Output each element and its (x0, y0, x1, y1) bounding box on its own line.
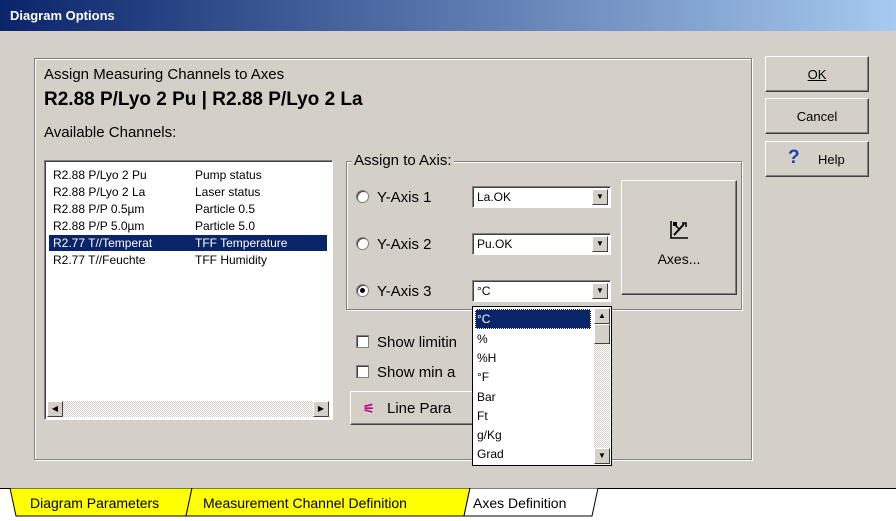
chevron-down-icon[interactable]: ▼ (592, 283, 608, 299)
show-minmax-checkbox[interactable]: Show min a (356, 364, 455, 381)
list-item[interactable]: R2.88 P/P 5.0µm Particle 5.0 (49, 218, 327, 234)
list-item[interactable]: R2.77 T//Feuchte TFF Humidity (49, 252, 327, 268)
help-button[interactable]: ? Help (765, 141, 869, 177)
line-graph-icon: ⚟ (363, 401, 375, 416)
radio-icon[interactable] (356, 189, 369, 203)
y-axis-3-radio[interactable]: Y-Axis 3 (356, 283, 431, 300)
radio-icon[interactable] (356, 236, 369, 250)
y-axis-2-select[interactable]: Pu.OK ▼ (472, 233, 611, 255)
unit-dropdown-list[interactable]: °C % %H °F Bar Ft g/Kg Grad ▲ ▼ (472, 306, 612, 466)
y-axis-1-select[interactable]: La.OK ▼ (472, 186, 611, 208)
checkbox-icon[interactable] (356, 364, 369, 378)
scroll-right-icon[interactable]: ▶ (313, 401, 329, 417)
dropdown-option[interactable]: Bar (475, 387, 591, 407)
checkbox-icon[interactable] (356, 334, 369, 348)
scroll-left-icon[interactable]: ◀ (47, 401, 63, 417)
y-axis-1-radio[interactable]: Y-Axis 1 (356, 189, 431, 206)
assign-axis-legend: Assign to Axis: (352, 152, 454, 169)
tab-measurement-channel-definition[interactable]: Measurement Channel Definition (203, 491, 407, 515)
list-item[interactable]: R2.88 P/Lyo 2 La Laser status (49, 184, 327, 200)
scroll-thumb[interactable] (594, 324, 610, 344)
available-channels-label: Available Channels: (44, 124, 177, 141)
scroll-down-icon[interactable]: ▼ (594, 448, 610, 464)
selected-channels-title: R2.88 P/Lyo 2 Pu | R2.88 P/Lyo 2 La (44, 89, 363, 110)
line-parameters-button[interactable]: ⚟ Line Para (350, 391, 490, 425)
ok-button[interactable]: OK (765, 56, 869, 92)
scroll-up-icon[interactable]: ▲ (594, 308, 610, 324)
tab-axes-definition[interactable]: Axes Definition (473, 491, 566, 515)
axes-button[interactable]: Axes... (621, 180, 737, 295)
list-item-selected[interactable]: R2.77 T//Temperat TFF Temperature (49, 235, 327, 251)
dropdown-option[interactable]: %H (475, 348, 591, 368)
chevron-down-icon[interactable]: ▼ (592, 236, 608, 252)
radio-checked-icon[interactable] (356, 283, 369, 297)
axes-tool-icon (670, 221, 688, 239)
title-bar: Diagram Options (0, 0, 896, 31)
window-title: Diagram Options (10, 8, 115, 23)
dropdown-option[interactable]: % (475, 329, 591, 349)
dropdown-option-selected[interactable]: °C (475, 309, 591, 329)
dropdown-scrollbar[interactable]: ▲ ▼ (594, 308, 610, 464)
help-icon: ? (788, 147, 800, 168)
dropdown-option[interactable]: Grad (475, 444, 591, 464)
y-axis-3-select[interactable]: °C ▼ (472, 280, 611, 302)
y-axis-2-radio[interactable]: Y-Axis 2 (356, 236, 431, 253)
tab-diagram-parameters[interactable]: Diagram Parameters (30, 491, 159, 515)
list-item[interactable]: R2.88 P/Lyo 2 Pu Pump status (49, 167, 327, 183)
horizontal-scrollbar[interactable]: ◀ ▶ (47, 401, 329, 417)
dropdown-option[interactable]: Ft (475, 406, 591, 426)
chevron-down-icon[interactable]: ▼ (592, 189, 608, 205)
cancel-button[interactable]: Cancel (765, 98, 869, 134)
channel-list[interactable]: R2.88 P/Lyo 2 Pu Pump status R2.88 P/Lyo … (44, 160, 333, 420)
panel-heading: Assign Measuring Channels to Axes (44, 66, 285, 83)
dropdown-option[interactable]: °F (475, 367, 591, 387)
dropdown-option[interactable]: g/Kg (475, 425, 591, 445)
show-limits-checkbox[interactable]: Show limitin (356, 334, 457, 351)
list-item[interactable]: R2.88 P/P 0.5µm Particle 0.5 (49, 201, 327, 217)
